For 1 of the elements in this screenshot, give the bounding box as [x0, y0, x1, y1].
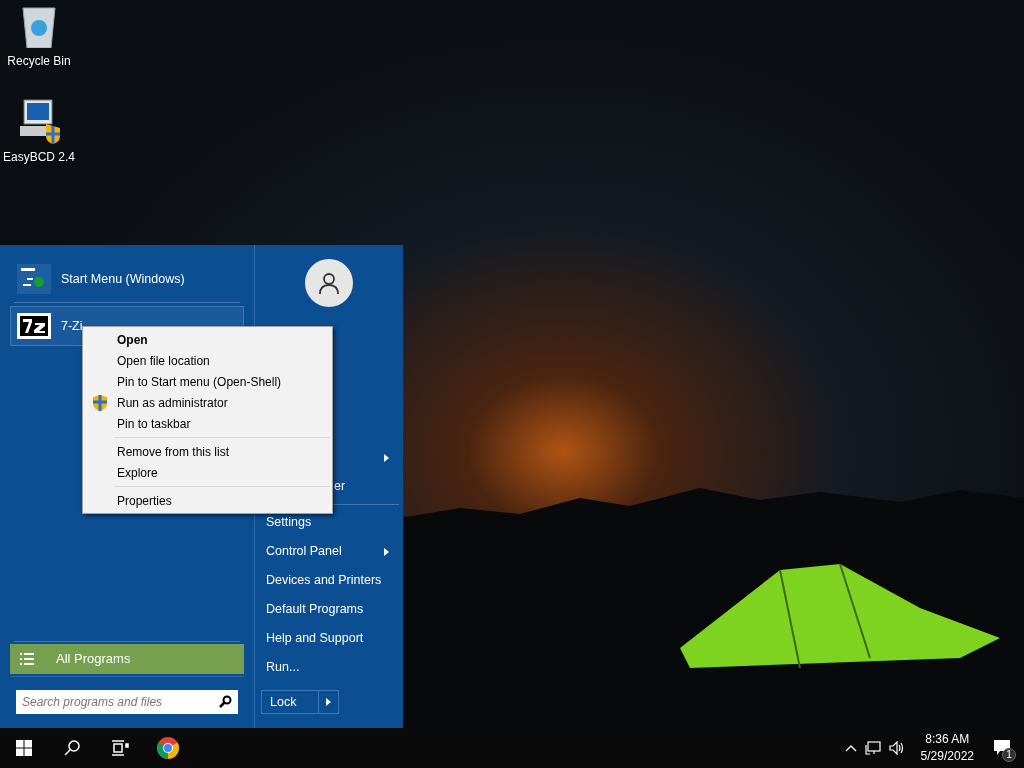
notification-count: 1: [1002, 748, 1016, 762]
